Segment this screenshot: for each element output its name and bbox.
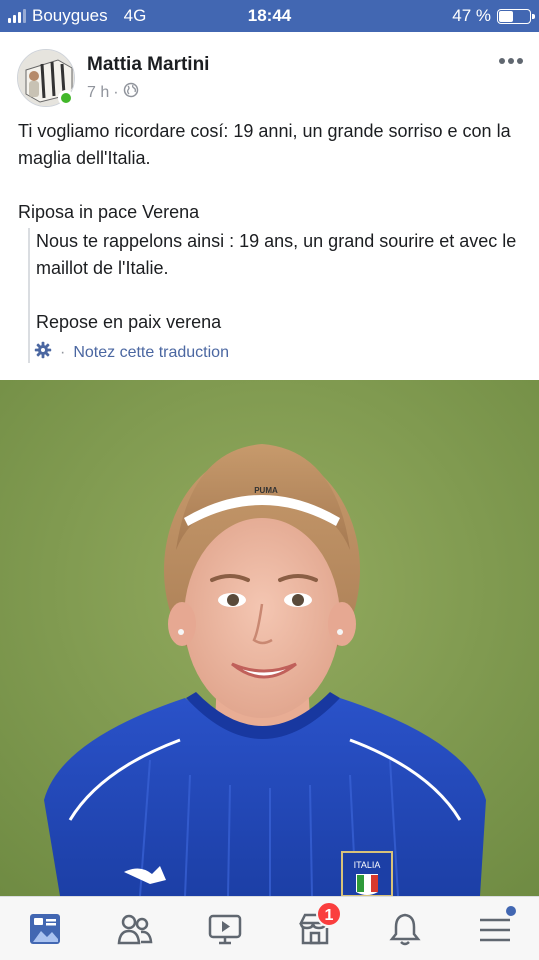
meta-separator: · [113,83,119,101]
status-bar: Bouygues 4G 18:44 47 % [0,0,539,32]
friends-icon[interactable] [117,911,153,947]
more-options-button[interactable] [499,58,523,64]
rate-translation-label[interactable]: Notez cette traduction [73,344,229,362]
bell-icon[interactable] [387,911,423,947]
battery-percent: 47 % [452,6,491,25]
menu-icon[interactable] [477,911,513,947]
online-status-dot [58,90,74,106]
headband-label: PUMA [254,486,278,495]
news-feed-icon[interactable] [27,911,63,947]
post-photo[interactable]: ITALIA PUMA [0,380,539,896]
marketplace-badge: 1 [316,901,342,927]
battery-fill [499,10,513,22]
status-right: 47 % [452,6,535,26]
rate-translation-link[interactable]: · Notez cette traduction [34,341,229,364]
post-time[interactable]: 7 h [87,84,109,102]
rate-separator: · [60,343,66,361]
translation-line: Repose en paix verena [36,312,222,332]
menu-notification-dot [506,906,516,916]
globe-icon [123,82,139,103]
battery-icon [497,8,535,24]
translation-line: Nous te rappelons ainsi : 19 ans, un gra… [36,231,517,278]
bottom-nav: 1 [0,896,539,960]
post-meta: 7 h · [87,82,139,103]
watch-icon[interactable] [207,911,243,947]
post-header: Mattia Martini 7 h · [0,32,539,112]
post-text-line: Riposa in pace Verena [18,202,200,222]
shirt-badge-label: ITALIA [354,860,381,870]
post-text-line: Ti vogliamo ricordare cosí: 19 anni, un … [18,121,511,168]
gear-icon [34,341,52,364]
more-dots-icon [499,58,505,64]
author-name[interactable]: Mattia Martini [87,54,209,76]
